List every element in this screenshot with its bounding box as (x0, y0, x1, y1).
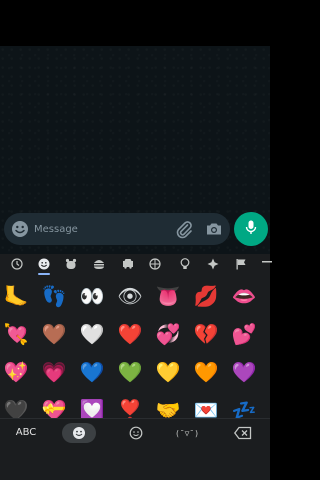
emoji-key[interactable]: 👁 (116, 282, 144, 310)
emoji-key[interactable]: 👣 (40, 282, 68, 310)
emoji-key[interactable]: 💖 (2, 358, 30, 386)
attachment-icon[interactable] (174, 219, 194, 239)
more-category-icon[interactable] (258, 255, 276, 273)
emoji-grid: 🦶 👣 👀 👁 👅 💋 👄 💘 🤎 🤍 ❤️ 💞 💔 💕 💖 💗 💙 💚 💛 🧡 💜 🖤 💝 💟 ❣️ 🤝 💌 💤 (0, 278, 270, 418)
camera-icon[interactable] (204, 219, 224, 239)
emoji-key[interactable]: 👀 (78, 282, 106, 310)
backspace-icon[interactable] (232, 423, 254, 443)
emoji-key[interactable]: 💔 (192, 320, 220, 348)
emoji-tab-icon[interactable] (62, 423, 96, 443)
emoji-icon[interactable] (11, 220, 29, 238)
emoji-key[interactable]: 💛 (154, 358, 182, 386)
emoji-key[interactable]: 💙 (78, 358, 106, 386)
emoji-key[interactable]: 💌 (192, 396, 220, 418)
food-category-icon[interactable] (90, 255, 108, 273)
emoji-key[interactable]: 🤍 (78, 320, 106, 348)
emoji-key[interactable]: 💝 (40, 396, 68, 418)
emoji-key[interactable]: 💚 (116, 358, 144, 386)
objects-category-icon[interactable] (176, 255, 194, 273)
emoji-key[interactable]: 💋 (192, 282, 220, 310)
emoji-key[interactable]: 💞 (154, 320, 182, 348)
emoji-category-bar (0, 254, 272, 275)
sticker-icon[interactable] (126, 423, 146, 443)
emoji-key[interactable]: 🤎 (40, 320, 68, 348)
system-navigation-bar (0, 446, 270, 480)
emoji-key[interactable]: 👄 (230, 282, 258, 310)
emoji-key[interactable]: ❣️ (116, 396, 144, 418)
smiley-category-icon[interactable] (35, 255, 53, 275)
emoji-key[interactable]: 🧡 (192, 358, 220, 386)
mic-button[interactable] (234, 212, 268, 246)
emoji-key[interactable]: 🦶 (2, 282, 30, 310)
kaomoji-label: (¯▽¯) (174, 428, 200, 438)
activity-category-icon[interactable] (146, 255, 164, 273)
recent-icon[interactable] (8, 255, 26, 273)
emoji-key[interactable]: 💕 (230, 320, 258, 348)
message-input[interactable] (34, 219, 162, 239)
emoji-key[interactable]: 🖤 (2, 396, 30, 418)
emoji-key[interactable]: 💜 (230, 358, 258, 386)
emoji-key[interactable]: 💘 (2, 320, 30, 348)
abc-button[interactable]: ABC (8, 425, 44, 441)
travel-category-icon[interactable] (119, 255, 137, 273)
animal-category-icon[interactable] (62, 255, 80, 273)
emoji-key[interactable]: 👅 (154, 282, 182, 310)
message-composer (4, 213, 230, 245)
microphone-icon (243, 219, 259, 239)
emoji-key[interactable]: ❤️ (116, 320, 144, 348)
emoji-key[interactable]: 💤 (230, 396, 258, 418)
keyboard-bottom-bar: ABC (¯▽¯) (0, 418, 270, 447)
emoji-key[interactable]: 🤝 (154, 396, 182, 418)
status-bar (0, 0, 270, 46)
kaomoji-tab[interactable]: (¯▽¯) (170, 423, 204, 443)
flags-category-icon[interactable] (232, 255, 250, 273)
emoji-key[interactable]: 💗 (40, 358, 68, 386)
emoji-key[interactable]: 💟 (78, 396, 106, 418)
symbols-category-icon[interactable] (204, 255, 222, 273)
